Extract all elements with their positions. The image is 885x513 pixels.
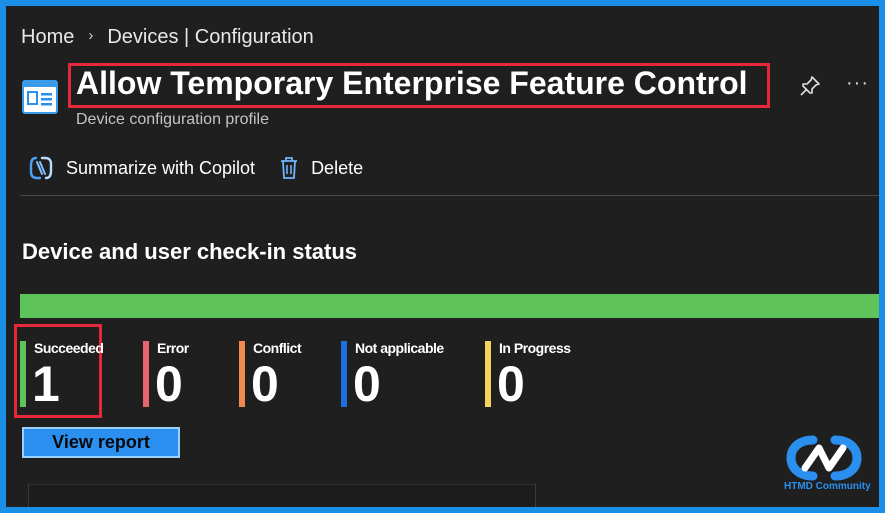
status-error-count: 0 (155, 356, 183, 412)
copilot-label: Summarize with Copilot (66, 157, 256, 178)
status-succeeded-accent (20, 341, 26, 407)
breadcrumb-devices-configuration[interactable]: Devices | Configuration (107, 26, 313, 49)
checkin-status-heading: Device and user check-in status (22, 239, 358, 264)
pin-icon[interactable] (798, 74, 822, 98)
status-not-applicable-label: Not applicable (355, 340, 444, 356)
delete-button[interactable]: Delete (279, 156, 363, 180)
status-in-progress-label: In Progress (499, 340, 571, 356)
breadcrumb: Home › Devices | Configuration (21, 26, 314, 49)
status-not-applicable-accent (341, 341, 347, 407)
breadcrumb-home[interactable]: Home (21, 26, 74, 49)
status-not-applicable-count: 0 (353, 356, 381, 412)
status-succeeded-count: 1 (32, 356, 60, 412)
status-in-progress-accent (485, 341, 491, 407)
checkin-status-bar (20, 294, 879, 318)
status-succeeded-label: Succeeded (34, 340, 104, 356)
status-error-label: Error (157, 340, 189, 356)
report-panel (28, 484, 536, 507)
delete-label: Delete (311, 157, 364, 178)
copilot-icon (29, 156, 53, 180)
htmd-watermark-text: HTMD Community (784, 481, 871, 492)
page-title: Allow Temporary Enterprise Feature Contr… (76, 65, 748, 101)
status-conflict-accent (239, 341, 245, 407)
toolbar-divider (20, 195, 879, 196)
trash-icon (281, 157, 298, 179)
status-in-progress-count: 0 (497, 356, 525, 412)
status-error-accent (143, 341, 149, 407)
command-bar: Summarize with Copilot Delete (28, 156, 363, 180)
breadcrumb-separator: › (88, 27, 94, 44)
status-conflict-count: 0 (251, 356, 279, 412)
profile-card-icon (22, 80, 58, 114)
page-subtitle: Device configuration profile (76, 111, 269, 128)
main-frame: Home › Devices | Configuration Allow Tem… (6, 6, 879, 507)
status-conflict-label: Conflict (253, 340, 302, 356)
view-report-button[interactable]: View report (22, 427, 180, 458)
summarize-with-copilot-button[interactable]: Summarize with Copilot (28, 156, 255, 180)
more-icon[interactable]: ··· (846, 72, 869, 95)
